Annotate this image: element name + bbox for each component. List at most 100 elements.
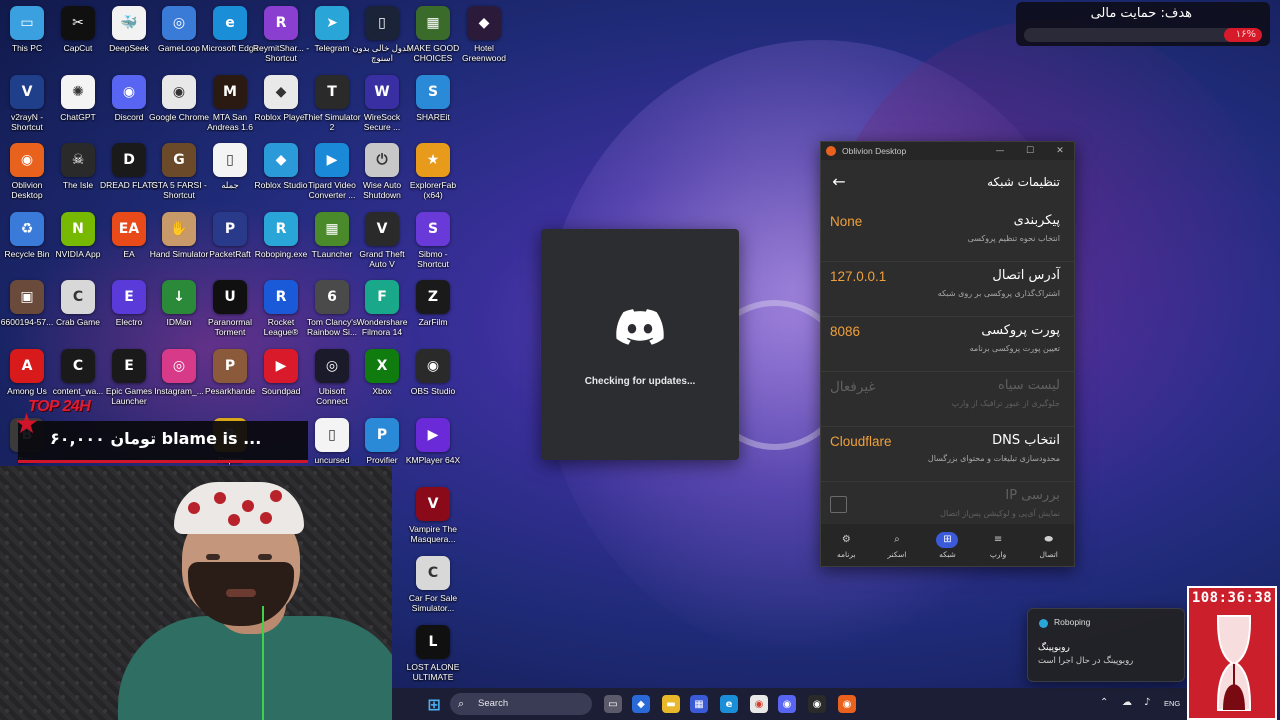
desktop-icon[interactable]: S SHAREit bbox=[407, 75, 459, 143]
desktop-icon[interactable]: ◉ Discord bbox=[103, 75, 155, 143]
desktop-icon[interactable]: ◎ Instagram_... bbox=[153, 349, 205, 417]
ip-check-checkbox[interactable] bbox=[830, 496, 847, 513]
chrome-icon[interactable]: ◉ bbox=[750, 695, 768, 713]
desktop-icon[interactable]: ◎ Ubisoft Connect bbox=[306, 349, 358, 417]
desktop-icon[interactable]: ▶ Soundpad bbox=[255, 349, 307, 417]
desktop-icon[interactable]: Z ZarFilm bbox=[407, 280, 459, 348]
desktop-icon[interactable]: ◆ Roblox Studio bbox=[255, 143, 307, 211]
desktop-icon[interactable]: ✂ CapCut bbox=[52, 6, 104, 74]
app-icon: ▯ bbox=[213, 143, 247, 177]
nav-tab[interactable]: ⌕ اسکنر bbox=[872, 524, 923, 566]
desktop-icon[interactable]: ◆ Hotel Greenwood bbox=[458, 6, 510, 74]
desktop-icon[interactable]: ★ ExplorerFab (x64) bbox=[407, 143, 459, 211]
desktop-icon[interactable]: G GTA 5 FARSI - Shortcut bbox=[151, 143, 207, 211]
desktop-icon[interactable]: ▶ KMPlayer 64X bbox=[406, 418, 460, 486]
settings-row[interactable]: آدرس اتصال اشتراک‌گذاری پروکسی بر روی شبک… bbox=[821, 262, 1074, 317]
desktop-icon[interactable]: R Rocket League® bbox=[255, 280, 307, 348]
desktop-icon[interactable]: T Thief Simulator 2 bbox=[303, 75, 361, 143]
copilot-icon[interactable]: ◆ bbox=[632, 695, 650, 713]
desktop-icon[interactable]: ♻ Recycle Bin bbox=[1, 212, 53, 280]
desktop-icon[interactable]: R Roboping.exe bbox=[255, 212, 307, 280]
desktop-icon[interactable]: S Sibmo - Shortcut bbox=[407, 212, 459, 280]
setting-value[interactable]: 8086 bbox=[830, 324, 860, 339]
tray-overflow-icon[interactable]: ⌃ bbox=[1100, 697, 1108, 708]
nav-tab[interactable]: ⊞ شبکه bbox=[922, 524, 973, 566]
desktop-icon[interactable]: 6 Tom Clancy's Rainbow Si... bbox=[306, 280, 358, 348]
microsoft-store-icon[interactable]: ▦ bbox=[690, 695, 708, 713]
settings-row[interactable]: لیست سیاه جلوگیری از عبور ترافیک از وارپ غ… bbox=[821, 372, 1074, 427]
file-explorer-icon[interactable]: ▬ bbox=[662, 695, 680, 713]
setting-value[interactable]: None bbox=[830, 214, 862, 229]
window-titlebar[interactable]: Oblivion Desktop — ☐ ✕ bbox=[821, 142, 1074, 160]
discord-icon[interactable]: ◉ bbox=[778, 695, 796, 713]
desktop-icon[interactable]: X Xbox bbox=[356, 349, 408, 417]
desktop-icon[interactable]: E Epic Games Launcher bbox=[103, 349, 155, 417]
edge-icon[interactable]: e bbox=[720, 695, 738, 713]
desktop-icon[interactable]: ☠ The Isle bbox=[52, 143, 104, 211]
app-icon: L bbox=[416, 625, 450, 659]
toast-title: روبوپینگ bbox=[1038, 643, 1070, 653]
desktop-icon[interactable]: ➤ Telegram bbox=[306, 6, 358, 74]
desktop-icon[interactable]: V Vampire The Masquera... bbox=[407, 487, 459, 555]
desktop-icon[interactable]: ◉ Google Chrome bbox=[149, 75, 209, 143]
desktop-icon[interactable]: D DREAD FLATS bbox=[100, 143, 158, 211]
desktop-icon[interactable]: ▯ جمله bbox=[204, 143, 256, 211]
notification-toast[interactable]: Roboping روبوپینگ روبوپینگ در حال اجرا ا… bbox=[1027, 608, 1185, 682]
desktop-icon[interactable]: ▦ MAKE GOOD CHOICES bbox=[407, 6, 459, 74]
back-arrow-icon[interactable]: ← bbox=[829, 172, 849, 192]
oblivion-taskbar-icon[interactable]: ◉ bbox=[838, 695, 856, 713]
desktop-icon[interactable]: M MTA San Andreas 1.6 bbox=[204, 75, 256, 143]
desktop-icon[interactable]: N NVIDIA App bbox=[52, 212, 104, 280]
desktop-icon[interactable]: R ReymitShar... - Shortcut bbox=[253, 6, 309, 74]
desktop-icon[interactable]: P Pesarkhande bbox=[204, 349, 256, 417]
language-indicator[interactable]: ENG bbox=[1164, 699, 1180, 708]
nav-tab[interactable]: ≡ وارپ bbox=[973, 524, 1024, 566]
setting-value[interactable]: Cloudflare bbox=[830, 434, 892, 449]
desktop-icon[interactable]: ▣ 6600194-57... bbox=[1, 280, 53, 348]
app-icon: 6 bbox=[315, 280, 349, 314]
desktop-icon[interactable]: L LOST ALONE ULTIMATE bbox=[407, 625, 459, 693]
app-icon: ▶ bbox=[416, 418, 450, 452]
desktop-icon[interactable]: ↓ IDMan bbox=[153, 280, 205, 348]
desktop-icon[interactable]: F Wondershare Filmora 14 bbox=[356, 280, 408, 348]
desktop-icon[interactable]: ✋ Hand Simulator bbox=[150, 212, 208, 280]
desktop-icon[interactable]: Vv2rayN - Shortcut bbox=[1, 75, 53, 143]
desktop-icon[interactable]: ◉ OBS Studio bbox=[407, 349, 459, 417]
desktop-icon[interactable]: ▯ جدول خالی بدون اسنوچ bbox=[352, 6, 412, 74]
microphone-icon[interactable]: ♪ bbox=[1144, 697, 1150, 708]
desktop-icon[interactable]: ◎ GameLoop bbox=[153, 6, 205, 74]
desktop-icon[interactable]: EA EA bbox=[103, 212, 155, 280]
settings-row[interactable]: انتخاب DNS محدودسازی تبلیغات و محتوای بزر… bbox=[821, 427, 1074, 482]
desktop-icon[interactable]: E Electro bbox=[103, 280, 155, 348]
desktop-icon[interactable]: C Crab Game bbox=[52, 280, 104, 348]
desktop-icon[interactable]: W WireSock Secure ... bbox=[356, 75, 408, 143]
app-icon: G bbox=[162, 143, 196, 177]
task-view-icon[interactable]: ▭ bbox=[604, 695, 622, 713]
desktop-icon[interactable]: C Car For Sale Simulator... bbox=[407, 556, 459, 624]
setting-value[interactable]: 127.0.0.1 bbox=[830, 269, 886, 284]
desktop-icon[interactable]: U Paranormal Torment bbox=[204, 280, 256, 348]
setting-value[interactable]: غیرفعال bbox=[830, 379, 875, 395]
maximize-icon[interactable]: ☐ bbox=[1019, 144, 1041, 158]
desktop-icon[interactable]: ▭ This PC bbox=[1, 6, 53, 74]
minimize-icon[interactable]: — bbox=[989, 144, 1011, 158]
desktop-icon[interactable]: ◉ Oblivion Desktop bbox=[1, 143, 53, 211]
taskbar-search[interactable]: ⌕ Search bbox=[450, 693, 592, 715]
close-icon[interactable]: ✕ bbox=[1049, 144, 1071, 158]
desktop-icon[interactable]: e Microsoft Edge bbox=[202, 6, 258, 74]
desktop-icon[interactable]: P PacketRaft bbox=[204, 212, 256, 280]
desktop-icon[interactable]: ▶ Tipard Video Converter ... bbox=[306, 143, 358, 211]
desktop-icon[interactable]: V Grand Theft Auto V bbox=[356, 212, 408, 280]
nav-tab[interactable]: ⚙ برنامه bbox=[821, 524, 872, 566]
desktop-icon[interactable]: ◆ Roblox Player bbox=[255, 75, 307, 143]
desktop-icon[interactable]: ⏻ Wise Auto Shutdown bbox=[356, 143, 408, 211]
obs-icon[interactable]: ◉ bbox=[808, 695, 826, 713]
desktop-icon[interactable]: ✺ ChatGPT bbox=[52, 75, 104, 143]
desktop-icon[interactable]: 🐳 DeepSeek bbox=[103, 6, 155, 74]
windows-start-icon[interactable]: ⊞ bbox=[425, 695, 443, 714]
nav-tab[interactable]: ⬬ اتصال bbox=[1023, 524, 1074, 566]
settings-row[interactable]: پیکربندی انتخاب نحوه تنظیم پروکسی None bbox=[821, 207, 1074, 262]
cloud-icon[interactable]: ☁ bbox=[1122, 697, 1132, 708]
desktop-icon[interactable]: ▦ TLauncher bbox=[306, 212, 358, 280]
settings-row[interactable]: پورت پروکسی تعیین پورت پروکسی برنامه 8086 bbox=[821, 317, 1074, 372]
